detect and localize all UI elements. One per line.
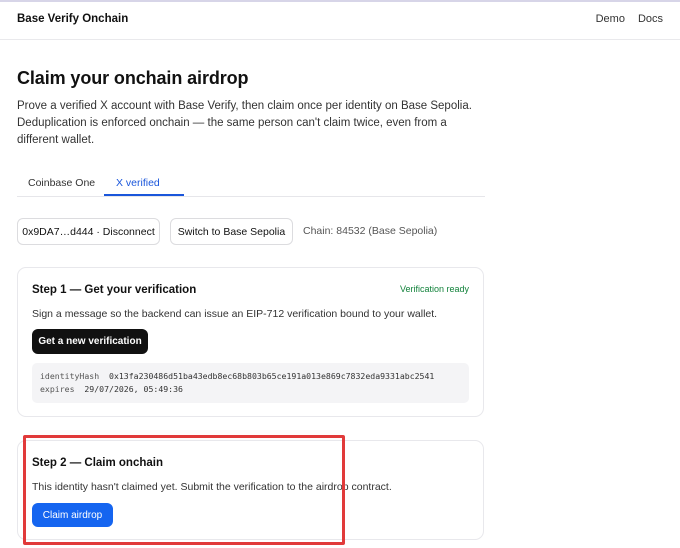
tab-x-verified[interactable]: X verified xyxy=(116,177,160,189)
step2-description: This identity hasn't claimed yet. Submit… xyxy=(32,481,392,493)
nav-link-demo[interactable]: Demo xyxy=(596,13,625,25)
step1-description: Sign a message so the backend can issue … xyxy=(32,308,438,320)
step1-title: Step 1 — Get your verification xyxy=(32,284,197,296)
verification-details: identityHash 0x13fa230486d51ba43edb8ec68… xyxy=(32,363,469,403)
active-tab-indicator xyxy=(104,194,184,196)
switch-network-button[interactable]: Switch to Base Sepolia xyxy=(170,218,293,245)
page-intro: Prove a verified X account with Base Ver… xyxy=(17,100,472,146)
disconnect-wallet-button[interactable]: 0x9DA7…d444 · Disconnect xyxy=(17,218,160,245)
tab-coinbase-one[interactable]: Coinbase One xyxy=(28,177,95,189)
nav-link-docs[interactable]: Docs xyxy=(638,13,663,25)
top-nav: Demo Docs xyxy=(596,13,663,25)
expires-row: expires 29/07/2026, 05:49:36 xyxy=(40,383,461,396)
identity-hash-key: identityHash xyxy=(40,371,100,381)
verification-tabs: Coinbase One X verified xyxy=(17,170,485,197)
claim-airdrop-button[interactable]: Claim airdrop xyxy=(32,503,113,527)
brand-title[interactable]: Base Verify Onchain xyxy=(17,13,128,25)
verification-status-badge: Verification ready xyxy=(399,284,469,294)
identity-hash-row: identityHash 0x13fa230486d51ba43edb8ec68… xyxy=(40,370,461,383)
step2-card: Step 2 — Claim onchain This identity has… xyxy=(17,440,484,540)
get-verification-button[interactable]: Get a new verification xyxy=(32,329,148,354)
step2-title: Step 2 — Claim onchain xyxy=(32,457,163,469)
step1-card: Step 1 — Get your verification Verificat… xyxy=(17,267,484,417)
chain-info: Chain: 84532 (Base Sepolia) xyxy=(303,225,438,237)
expires-key: expires xyxy=(40,384,75,394)
site-header: Base Verify Onchain Demo Docs xyxy=(0,2,680,40)
expires-value: 29/07/2026, 05:49:36 xyxy=(84,384,183,394)
page-title: Claim your onchain airdrop xyxy=(17,68,249,88)
identity-hash-value: 0x13fa230486d51ba43edb8ec68b803b65ce191a… xyxy=(109,371,435,381)
